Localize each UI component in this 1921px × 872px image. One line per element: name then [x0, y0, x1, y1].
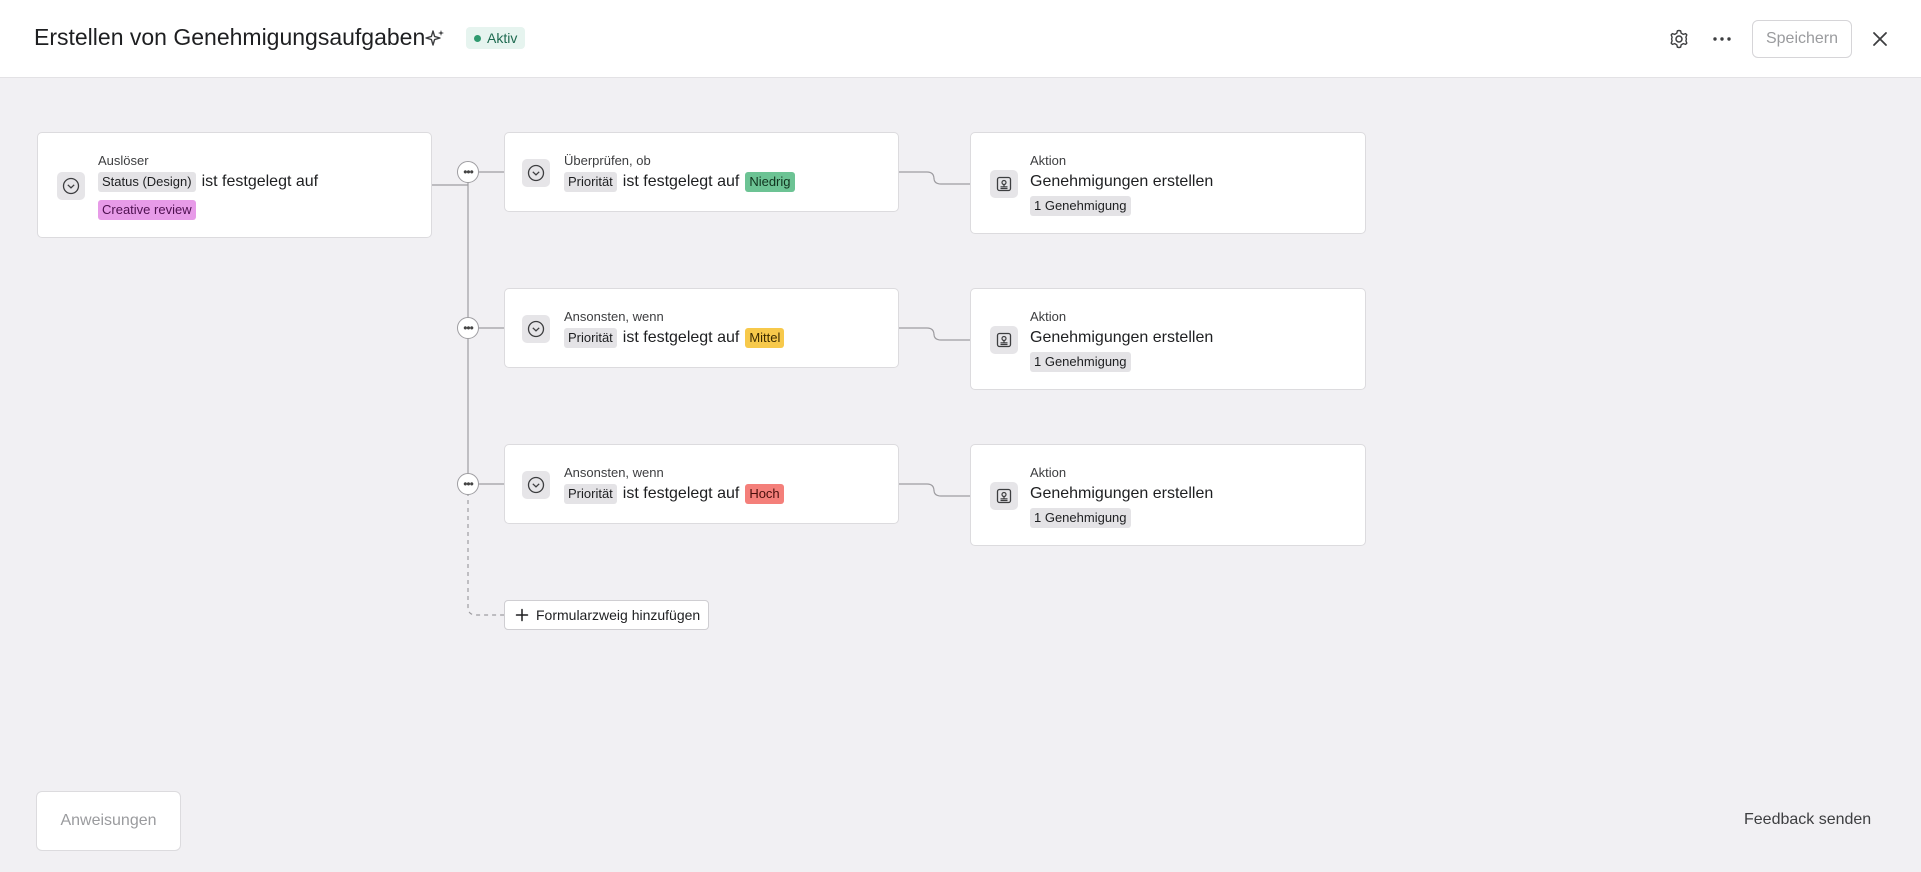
approval-count-row: 1 Genehmigung [1030, 352, 1131, 372]
condition-text: ist festgelegt auf [622, 329, 740, 346]
chevron-down-circle-icon [57, 172, 85, 200]
value-chip: Niedrig [745, 172, 795, 192]
branch-menu-button[interactable]: ••• [457, 317, 479, 339]
condition-card[interactable]: Ansonsten, wenn Priorität ist festgelegt… [504, 444, 899, 524]
branch-menu-button[interactable]: ••• [457, 161, 479, 183]
action-card[interactable]: Aktion Genehmigungen erstellen 1 Genehmi… [970, 132, 1366, 234]
condition-label: Ansonsten, wenn [564, 465, 664, 480]
action-title: Genehmigungen erstellen [1030, 173, 1214, 190]
trigger-value-row: Creative review [98, 200, 196, 220]
approval-count-row: 1 Genehmigung [1030, 196, 1131, 216]
action-label: Aktion [1030, 465, 1067, 480]
condition-card[interactable]: Ansonsten, wenn Priorität ist festgelegt… [504, 288, 899, 368]
condition-label: Ansonsten, wenn [564, 309, 664, 324]
stamp-icon [990, 482, 1018, 510]
trigger-card[interactable]: Auslöser Status (Design) ist festgelegt … [37, 132, 432, 238]
approval-count-chip: 1 Genehmigung [1030, 196, 1131, 216]
add-branch-button[interactable]: Formularzweig hinzufügen [504, 600, 709, 630]
trigger-condition: Status (Design) ist festgelegt auf [98, 172, 318, 192]
add-branch-label: Formularzweig hinzufügen [536, 607, 701, 623]
action-title: Genehmigungen erstellen [1030, 485, 1214, 502]
condition-text: ist festgelegt auf [622, 173, 740, 190]
flow-connectors [432, 171, 970, 616]
feedback-link[interactable]: Feedback senden [1744, 811, 1871, 829]
stamp-icon [990, 326, 1018, 354]
branch-menu-button[interactable]: ••• [457, 473, 479, 495]
action-card[interactable]: Aktion Genehmigungen erstellen 1 Genehmi… [970, 288, 1366, 390]
action-card[interactable]: Aktion Genehmigungen erstellen 1 Genehmi… [970, 444, 1366, 546]
value-chip: Hoch [745, 484, 784, 504]
chevron-down-circle-icon [522, 159, 550, 187]
action-title: Genehmigungen erstellen [1030, 329, 1214, 346]
condition-card[interactable]: Überprüfen, ob Priorität ist festgelegt … [504, 132, 899, 212]
chevron-down-circle-icon [522, 315, 550, 343]
trigger-label: Auslöser [98, 153, 149, 168]
condition-rule: Priorität ist festgelegt auf Hoch [564, 484, 784, 504]
action-label: Aktion [1030, 309, 1067, 324]
condition-label: Überprüfen, ob [564, 153, 651, 168]
condition-text: ist festgelegt auf [201, 173, 319, 190]
value-chip: Creative review [98, 200, 196, 220]
instructions-button[interactable]: Anweisungen [36, 791, 181, 851]
condition-rule: Priorität ist festgelegt auf Mittel [564, 328, 785, 348]
field-chip: Status (Design) [98, 172, 196, 192]
value-chip: Mittel [745, 328, 785, 348]
field-chip: Priorität [564, 328, 617, 348]
plus-icon [515, 608, 529, 622]
condition-text: ist festgelegt auf [622, 485, 740, 502]
chevron-down-circle-icon [522, 471, 550, 499]
field-chip: Priorität [564, 484, 617, 504]
stamp-icon [990, 170, 1018, 198]
approval-count-row: 1 Genehmigung [1030, 508, 1131, 528]
action-label: Aktion [1030, 153, 1067, 168]
approval-count-chip: 1 Genehmigung [1030, 352, 1131, 372]
condition-rule: Priorität ist festgelegt auf Niedrig [564, 172, 795, 192]
approval-count-chip: 1 Genehmigung [1030, 508, 1131, 528]
field-chip: Priorität [564, 172, 617, 192]
